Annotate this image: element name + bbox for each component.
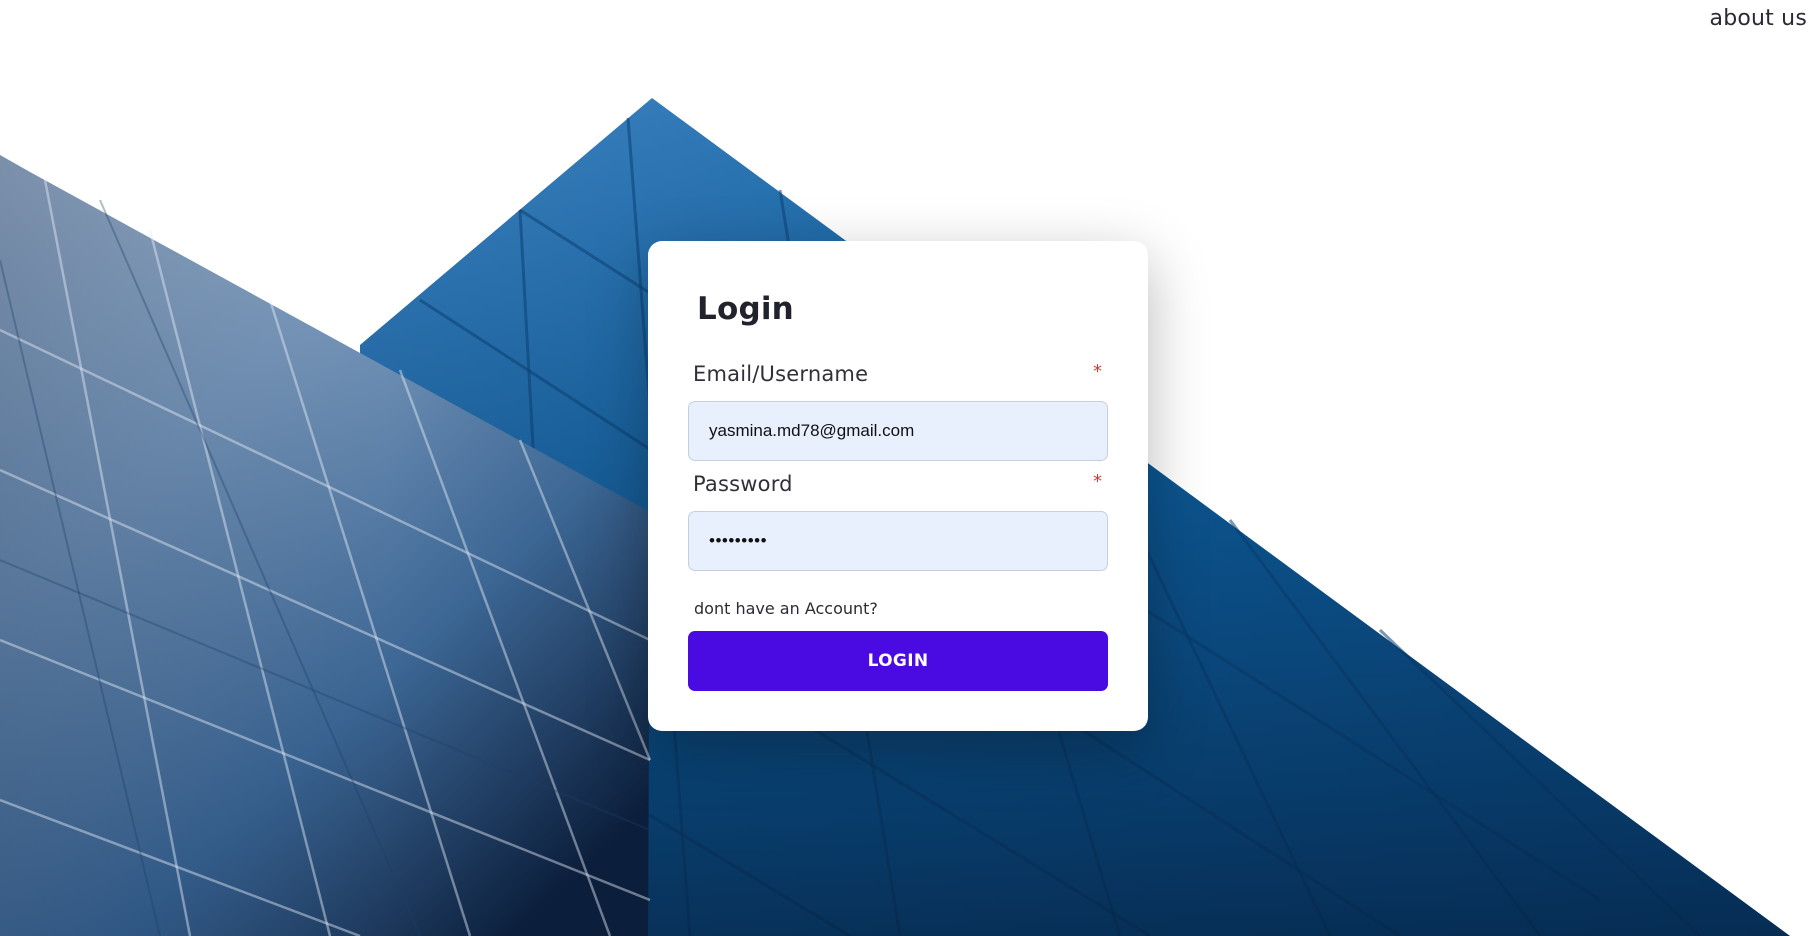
login-card: Login Email/Username * Password * dont h… <box>648 241 1148 731</box>
signup-link[interactable]: dont have an Account? <box>694 599 878 618</box>
password-required-mark: * <box>1093 471 1102 492</box>
password-input[interactable] <box>688 511 1108 571</box>
login-title: Login <box>697 291 794 327</box>
email-input[interactable] <box>688 401 1108 461</box>
login-page: about us Login Email/Username * Password… <box>0 0 1817 936</box>
email-label: Email/Username <box>693 362 869 386</box>
email-required-mark: * <box>1093 361 1102 382</box>
login-button[interactable]: LOGIN <box>688 631 1108 691</box>
about-us-link[interactable]: about us <box>1710 6 1807 31</box>
password-label: Password <box>693 472 793 496</box>
